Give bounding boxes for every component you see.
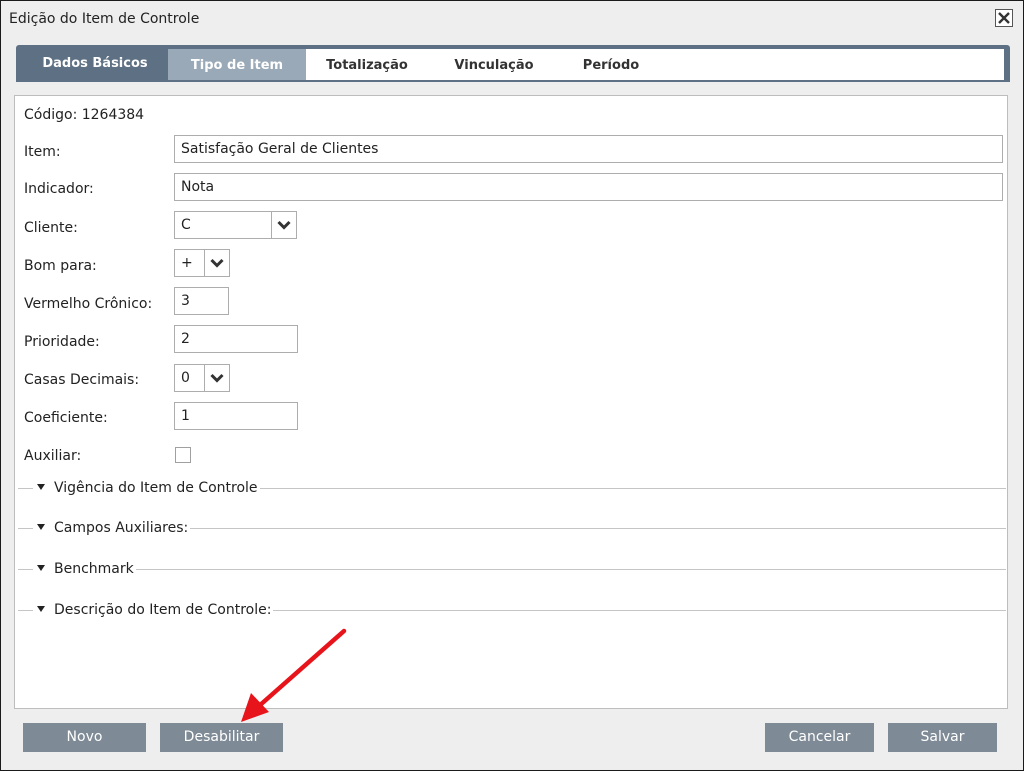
section-benchmark[interactable]: Benchmark <box>18 560 1006 580</box>
casas-decimais-select[interactable]: 0 <box>174 364 230 392</box>
chevron-down-icon <box>210 373 224 383</box>
bom-para-label: Bom para: <box>24 258 97 274</box>
chevron-down-icon <box>210 258 224 268</box>
cliente-dropdown-button[interactable] <box>271 212 296 238</box>
section-benchmark-label: Benchmark <box>54 561 134 577</box>
form-panel: Código: 1264384 Item: Satisfação Geral d… <box>14 95 1008 709</box>
tab-vinculacao[interactable]: Vinculação <box>448 49 540 80</box>
dialog-title: Edição do Item de Controle <box>9 11 200 27</box>
cliente-label: Cliente: <box>24 220 78 236</box>
indicador-input[interactable]: Nota <box>174 173 1003 201</box>
novo-button[interactable]: Novo <box>23 723 146 752</box>
bom-para-dropdown-button[interactable] <box>204 250 229 276</box>
section-vigencia[interactable]: Vigência do Item de Controle <box>18 479 1006 499</box>
close-button[interactable] <box>995 9 1013 27</box>
coeficiente-input[interactable]: 1 <box>174 402 298 430</box>
tab-tipo-de-item[interactable]: Tipo de Item <box>168 49 306 80</box>
tab-bar: Dados Básicos Tipo de Item Totalização V… <box>16 45 1010 80</box>
item-label: Item: <box>24 144 61 160</box>
caret-down-icon <box>37 484 45 490</box>
casas-decimais-value: 0 <box>181 370 190 386</box>
vermelho-cronico-input[interactable]: 3 <box>174 287 229 315</box>
vermelho-cronico-label: Vermelho Crônico: <box>24 296 153 312</box>
casas-decimais-dropdown-button[interactable] <box>204 365 229 391</box>
close-icon <box>998 12 1010 24</box>
bom-para-value: + <box>181 255 193 271</box>
tab-totalizacao[interactable]: Totalização <box>320 49 414 80</box>
tab-dados-basicos[interactable]: Dados Básicos <box>22 45 168 80</box>
section-campos-auxiliares-label: Campos Auxiliares: <box>54 520 189 536</box>
edit-control-item-dialog: Edição do Item de Controle Dados Básicos… <box>0 0 1024 771</box>
red-arrow-annotation <box>241 628 347 722</box>
item-input[interactable]: Satisfação Geral de Clientes <box>174 135 1003 163</box>
cliente-select[interactable]: C <box>174 211 297 239</box>
section-descricao[interactable]: Descrição do Item de Controle: <box>18 601 1006 621</box>
auxiliar-checkbox[interactable] <box>175 447 191 463</box>
section-descricao-label: Descrição do Item de Controle: <box>54 602 272 618</box>
bom-para-select[interactable]: + <box>174 249 230 277</box>
codigo-text: Código: 1264384 <box>24 107 145 123</box>
desabilitar-button[interactable]: Desabilitar <box>160 723 283 752</box>
caret-down-icon <box>37 524 45 530</box>
caret-down-icon <box>37 606 45 612</box>
casas-decimais-label: Casas Decimais: <box>24 372 140 388</box>
cancelar-button[interactable]: Cancelar <box>765 723 874 752</box>
tab-periodo[interactable]: Período <box>574 49 648 80</box>
cliente-value: C <box>181 217 191 233</box>
indicador-label: Indicador: <box>24 181 94 197</box>
section-vigencia-label: Vigência do Item de Controle <box>54 480 258 496</box>
section-campos-auxiliares[interactable]: Campos Auxiliares: <box>18 519 1006 539</box>
prioridade-label: Prioridade: <box>24 334 100 350</box>
chevron-down-icon <box>277 220 291 230</box>
dialog-titlebar: Edição do Item de Controle <box>1 1 1023 37</box>
salvar-button[interactable]: Salvar <box>888 723 997 752</box>
tab-underline <box>16 80 1010 82</box>
prioridade-input[interactable]: 2 <box>174 325 298 353</box>
coeficiente-label: Coeficiente: <box>24 410 108 426</box>
auxiliar-label: Auxiliar: <box>24 448 82 464</box>
caret-down-icon <box>37 565 45 571</box>
